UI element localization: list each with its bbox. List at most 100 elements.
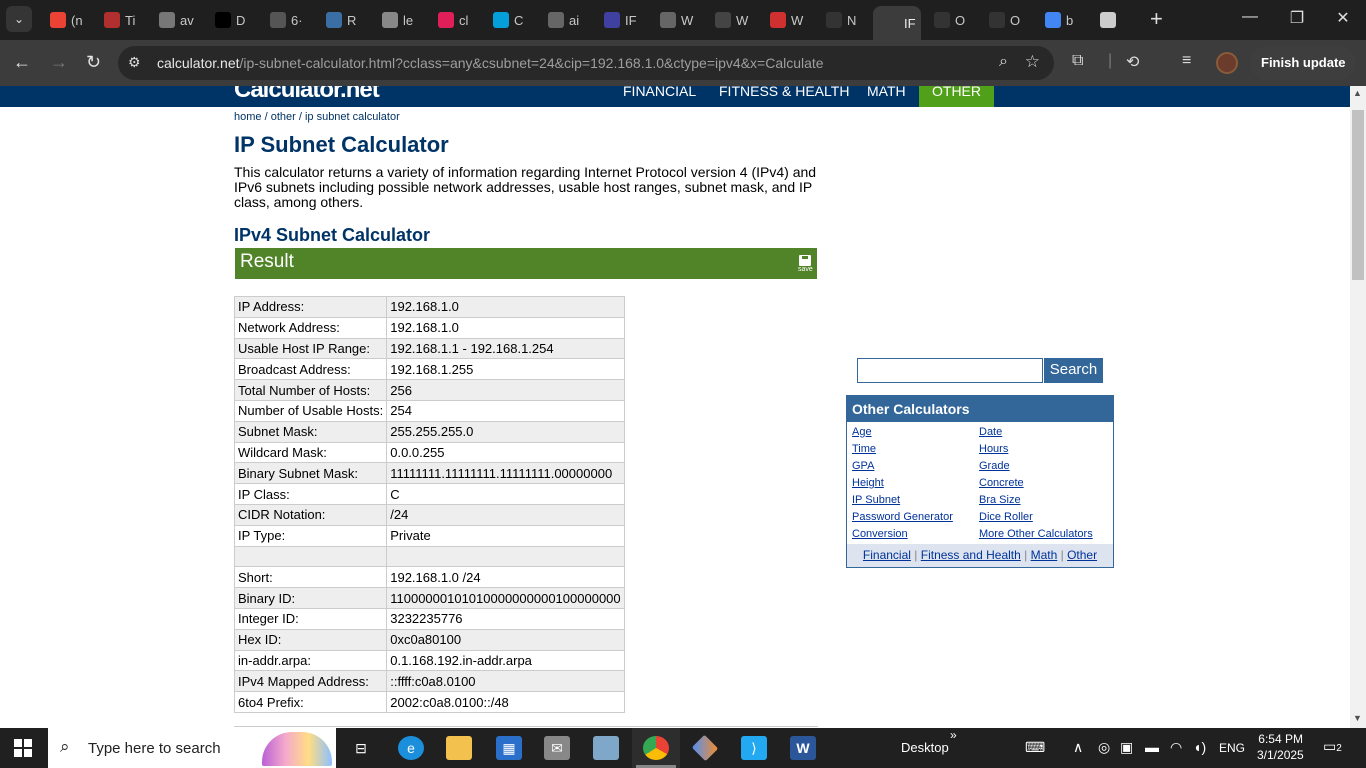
calculator-link[interactable]: GPA [852,460,874,472]
calculator-link[interactable]: More Other Calculators [979,528,1093,540]
scroll-up-icon[interactable]: ▲ [1353,88,1362,98]
minimize-button[interactable]: — [1235,8,1265,26]
back-button[interactable]: ← [13,52,31,73]
calculator-link[interactable]: Password Generator [852,511,953,523]
word-icon[interactable]: W [790,736,816,760]
browser-tab[interactable]: ai [538,6,590,34]
chevron-up-icon[interactable]: ∧ [1073,739,1083,756]
category-link[interactable]: Other [1067,548,1097,562]
close-window-button[interactable]: ✕ [1328,8,1358,28]
browser-tab[interactable]: IF [594,6,646,34]
address-bar[interactable]: ⚙ calculator.net/ip-subnet-calculator.ht… [118,46,1054,80]
calculator-link[interactable]: Time [852,443,876,455]
app-icon-diamond[interactable] [691,734,719,762]
store-icon[interactable]: ▦ [496,736,522,760]
battery-icon[interactable]: ▬ [1145,739,1159,755]
chevron-right-icon[interactable]: » [950,728,957,742]
scroll-down-icon[interactable]: ▼ [1353,713,1362,723]
extensions-icon[interactable]: ⧉ [1072,52,1083,70]
browser-tab[interactable]: W [705,6,757,34]
result-label-cell [233,545,388,568]
chrome-icon[interactable] [643,736,669,760]
nav-math[interactable]: MATH [867,86,906,107]
nav-other[interactable]: OTHER [919,86,994,107]
calculator-link[interactable]: Date [979,426,1002,438]
site-logo[interactable]: Calculator.net [234,86,380,103]
browser-tab[interactable]: C [483,6,535,34]
tab-favicon-icon [270,12,286,28]
calculator-link[interactable]: Dice Roller [979,511,1033,523]
browser-tab[interactable]: O [979,6,1031,34]
forward-button[interactable]: → [50,52,68,73]
tab-search-button[interactable]: ⌄ [6,6,32,32]
search-button[interactable]: Search [1044,358,1103,383]
result-value-cell: C [386,483,625,505]
profile-avatar[interactable] [1216,52,1238,74]
result-value-cell: 0.0.0.255 [386,441,625,464]
calculator-link[interactable]: Hours [979,443,1008,455]
finish-update-button[interactable]: Finish update ⋮ [1250,46,1356,104]
browser-tab[interactable]: b [1035,6,1087,34]
search-highlight-art [262,732,332,766]
reload-button[interactable]: ↻ [86,52,101,73]
browser-tab[interactable]: R [316,6,368,34]
edge-icon[interactable]: e [398,736,424,760]
browser-tab[interactable]: le [372,6,424,34]
browser-tab[interactable]: O [924,6,976,34]
calculator-link[interactable]: Conversion [852,528,908,540]
windows-start-icon[interactable] [14,739,32,757]
vscode-icon[interactable]: ⟩ [741,736,767,760]
browser-tab[interactable]: av [149,6,201,34]
url-text[interactable]: calculator.net/ip-subnet-calculator.html… [157,55,824,71]
app-icon[interactable] [593,736,619,760]
breadcrumb-current[interactable]: ip subnet calculator [305,111,400,123]
tab-active[interactable]: IF✕ [873,6,921,40]
bookmark-star-icon[interactable]: ☆ [1025,52,1040,72]
calculator-link[interactable]: IP Subnet [852,494,900,506]
file-explorer-icon[interactable] [446,736,472,760]
browser-tab[interactable]: W [760,6,812,34]
browser-tab[interactable]: N [816,6,868,34]
media-control-icon[interactable]: ≡ [1182,52,1191,70]
mail-icon[interactable]: ✉ [544,736,570,760]
calculator-link[interactable]: Concrete [979,477,1024,489]
history-icon[interactable]: ⟲ [1126,52,1139,72]
new-tab-button[interactable]: + [1150,8,1163,30]
nav-financial[interactable]: FINANCIAL [623,86,696,107]
save-icon[interactable]: save [798,255,813,273]
task-view-icon[interactable]: ⊟ [348,736,374,760]
browser-tab[interactable]: (n [40,6,92,34]
browser-tab[interactable] [1090,6,1142,34]
browser-tab[interactable]: 6· [260,6,312,34]
zoom-icon[interactable]: ⌕ [999,53,1008,71]
browser-tab[interactable]: cl [428,6,480,34]
browser-tab[interactable]: Ti [94,6,146,34]
nav-fitness-health[interactable]: FITNESS & HEALTH [719,86,849,107]
breadcrumb-home[interactable]: home [234,111,262,123]
volume-icon[interactable]: ◖) [1193,739,1206,755]
calculator-link[interactable]: Height [852,477,884,489]
tray-app-icon[interactable]: ▣ [1120,739,1133,756]
category-link[interactable]: Math [1031,548,1058,562]
scroll-thumb[interactable] [1352,110,1364,280]
site-info-icon[interactable]: ⚙ [128,54,141,71]
calculator-link[interactable]: Bra Size [979,494,1021,506]
category-link[interactable]: Financial [863,548,911,562]
maximize-button[interactable]: ❐ [1282,8,1312,28]
calculator-link[interactable]: Age [852,426,872,438]
category-link[interactable]: Fitness and Health [921,548,1021,562]
browser-tab[interactable]: W [650,6,702,34]
vertical-scrollbar[interactable]: ▲ ▼ [1350,86,1366,728]
language-indicator[interactable]: ENG [1219,741,1245,755]
wifi-icon[interactable]: ◠ [1170,739,1182,756]
clock[interactable]: 6:54 PM 3/1/2025 [1257,731,1304,763]
taskbar-search[interactable]: ⌕ Type here to search [48,728,336,768]
search-input[interactable] [857,358,1043,383]
browser-tab[interactable]: D [205,6,257,34]
breadcrumb-other[interactable]: other [271,111,296,123]
keyboard-icon[interactable]: ⌨ [1025,739,1045,756]
calculator-link[interactable]: Grade [979,460,1010,472]
desktop-toolbar-label[interactable]: Desktop [901,740,949,755]
notification-icon[interactable]: ▭2 [1323,738,1342,755]
tray-app-icon[interactable]: ◎ [1098,739,1110,756]
